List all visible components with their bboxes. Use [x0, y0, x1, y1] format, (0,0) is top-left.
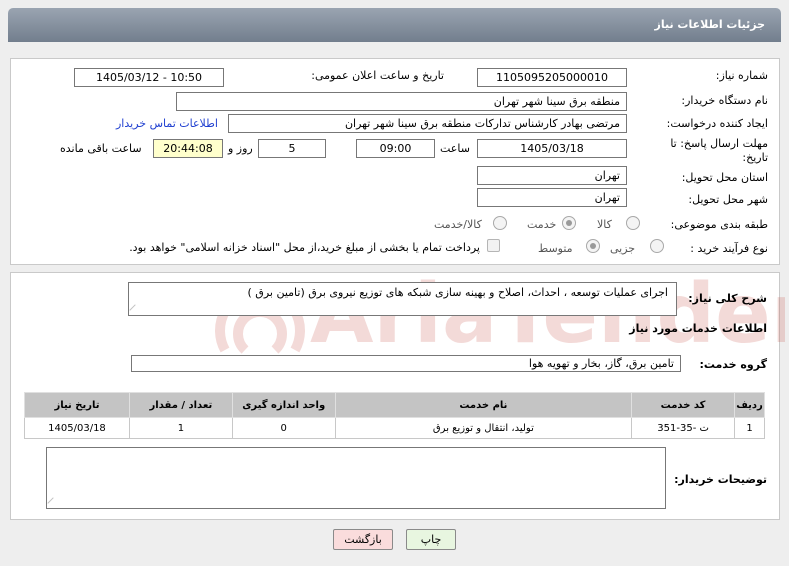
need-number-field: 1105095205000010 — [477, 68, 627, 87]
remaining-time-field: 20:44:08 — [153, 139, 223, 158]
process-type-label: نوع فرآیند خرید : — [690, 242, 768, 255]
table-row: 1 ت -35-351 تولید، انتقال و توزیع برق 0 … — [24, 417, 765, 439]
days-label: روز و — [228, 142, 253, 155]
services-table: ردیف کد خدمت نام خدمت واحد اندازه گیری ت… — [24, 392, 765, 439]
deadline-time-label: ساعت — [440, 142, 470, 155]
cell-unit: 0 — [231, 417, 336, 439]
city-label: شهر محل تحویل: — [688, 193, 768, 206]
service-group-field: تامین برق، گاز، بخار و تهویه هوا — [131, 355, 681, 372]
cell-name: تولید، انتقال و توزیع برق — [334, 417, 633, 439]
buyer-contact-link[interactable]: اطلاعات تماس خریدار — [116, 117, 218, 130]
process-option-medium: متوسط — [538, 242, 573, 255]
buyer-notes-label: توضیحات خریدار: — [674, 473, 767, 486]
announce-datetime-label: تاریخ و ساعت اعلان عمومی: — [311, 69, 444, 82]
page-title: جزئیات اطلاعات نیاز — [654, 18, 766, 31]
back-button[interactable]: بازگشت — [333, 529, 393, 550]
category-radio-service[interactable] — [562, 216, 576, 230]
category-option-service: خدمت — [527, 218, 557, 231]
col-header-code: کد خدمت — [631, 392, 736, 418]
deadline-date-field: 1405/03/18 — [477, 139, 627, 158]
process-radio-minor[interactable] — [650, 239, 664, 253]
col-header-name: نام خدمت — [334, 392, 633, 418]
cell-qty: 1 — [128, 417, 233, 439]
col-header-row: ردیف — [734, 392, 765, 418]
treasury-payment-note: پرداخت تمام یا بخشی از مبلغ خرید،از محل … — [129, 241, 480, 254]
process-option-minor: جزیی — [610, 242, 636, 255]
process-radio-medium[interactable] — [586, 239, 600, 253]
days-field: 5 — [258, 139, 326, 158]
col-header-qty: تعداد / مقدار — [128, 392, 233, 418]
treasury-payment-checkbox[interactable] — [487, 239, 500, 252]
deadline-label: مهلت ارسال پاسخ: تا تاریخ: — [670, 137, 768, 164]
summary-label: شرح کلی نیاز: — [688, 292, 767, 305]
table-header-row: ردیف کد خدمت نام خدمت واحد اندازه گیری ت… — [24, 392, 765, 418]
category-option-goods-service: کالا/خدمت — [434, 218, 482, 231]
deadline-time-field: 09:00 — [356, 139, 435, 158]
col-header-date: تاریخ نیاز — [24, 392, 130, 418]
buyer-notes-textarea — [46, 447, 666, 509]
cell-code: ت -35-351 — [631, 417, 736, 439]
category-option-goods: کالا — [597, 218, 612, 231]
province-field: تهران — [477, 166, 627, 185]
summary-text: اجرای عملیات توسعه ، احداث، اصلاح و بهین… — [247, 286, 669, 299]
print-button[interactable]: چاپ — [406, 529, 456, 550]
buyer-org-field: منطقه برق سینا شهر تهران — [176, 92, 627, 111]
category-label: طبقه بندی موضوعی: — [670, 218, 768, 231]
resize-grip-icon — [129, 304, 141, 315]
resize-grip-icon — [47, 497, 59, 508]
province-label: استان محل تحویل: — [681, 171, 768, 184]
category-radio-goods-service[interactable] — [493, 216, 507, 230]
page-title-bar: جزئیات اطلاعات نیاز — [8, 8, 781, 42]
remaining-time-label: ساعت باقی مانده — [60, 142, 142, 155]
city-field: تهران — [477, 188, 627, 207]
summary-textarea: اجرای عملیات توسعه ، احداث، اصلاح و بهین… — [128, 282, 677, 316]
category-radio-goods[interactable] — [626, 216, 640, 230]
need-number-label: شماره نیاز: — [715, 69, 768, 82]
services-section-title: اطلاعات خدمات مورد نیاز — [629, 322, 767, 335]
buyer-org-label: نام دستگاه خریدار: — [681, 94, 768, 107]
service-group-label: گروه خدمت: — [699, 358, 767, 371]
cell-date: 1405/03/18 — [24, 417, 130, 439]
cell-row: 1 — [734, 417, 765, 439]
col-header-unit: واحد اندازه گیری — [231, 392, 336, 418]
creator-label: ایجاد کننده درخواست: — [666, 117, 768, 130]
creator-field: مرتضی بهادر کارشناس تدارکات منطقه برق سی… — [228, 114, 627, 133]
announce-datetime-field: 1405/03/12 - 10:50 — [74, 68, 224, 87]
